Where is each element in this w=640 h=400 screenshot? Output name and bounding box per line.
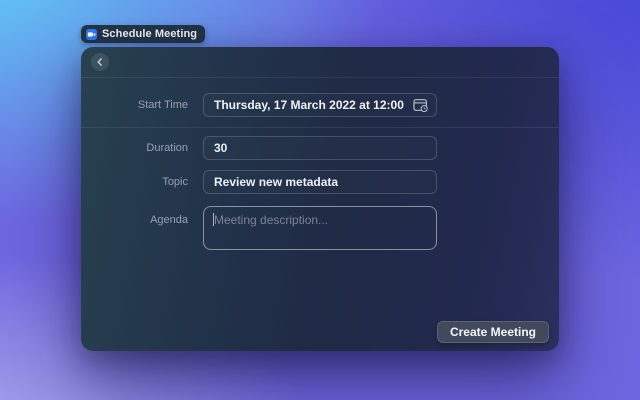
agenda-field-wrap <box>203 206 437 250</box>
duration-row: Duration <box>81 136 559 160</box>
agenda-row: Agenda <box>81 206 559 250</box>
app-badge-schedule-meeting[interactable]: Schedule Meeting <box>81 25 205 43</box>
header-divider <box>81 77 559 78</box>
schedule-meeting-window: Start Time Thursday, 17 March 2022 at 12… <box>81 47 559 351</box>
topic-row: Topic <box>81 170 559 194</box>
start-time-label: Start Time <box>81 99 188 111</box>
calendar-add-icon[interactable] <box>413 98 428 112</box>
start-time-row: Start Time Thursday, 17 March 2022 at 12… <box>81 93 559 117</box>
desktop-background: Schedule Meeting Start Time Thursday, 17… <box>0 0 640 400</box>
agenda-textarea[interactable] <box>203 206 437 250</box>
duration-label: Duration <box>81 142 188 154</box>
app-badge-label: Schedule Meeting <box>102 28 197 40</box>
section-divider <box>81 127 559 128</box>
topic-input[interactable] <box>203 170 437 194</box>
start-time-value: Thursday, 17 March 2022 at 12:00 <box>214 98 404 112</box>
zoom-app-icon <box>86 29 97 40</box>
start-time-field[interactable]: Thursday, 17 March 2022 at 12:00 <box>203 93 437 117</box>
chevron-left-icon <box>95 57 105 67</box>
window-header <box>81 47 559 77</box>
create-meeting-button[interactable]: Create Meeting <box>437 321 549 343</box>
topic-label: Topic <box>81 176 188 188</box>
duration-input[interactable] <box>203 136 437 160</box>
back-button[interactable] <box>91 53 109 71</box>
text-caret <box>213 213 214 226</box>
agenda-label: Agenda <box>81 206 188 226</box>
